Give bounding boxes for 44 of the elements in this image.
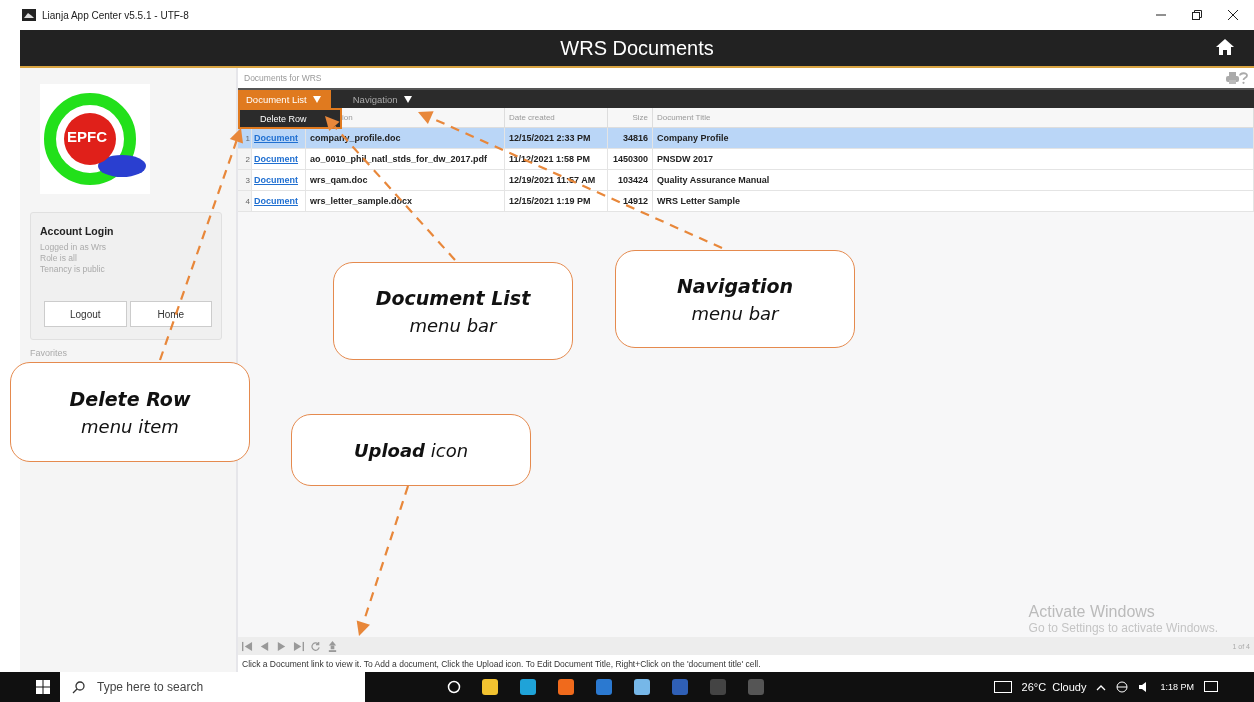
row-number: 4 xyxy=(238,191,252,212)
card-title: Account Login xyxy=(40,225,115,237)
search-field[interactable]: Type here to search xyxy=(60,672,365,702)
table-cell: wrs_letter_sample.docx xyxy=(306,191,505,212)
table-cell[interactable]: WRS Letter Sample xyxy=(653,191,1254,212)
favorites-heading: Favorites xyxy=(30,348,68,358)
menu-item[interactable]: Delete Row xyxy=(240,113,307,124)
callout-text: Upload icon xyxy=(353,439,469,461)
row-number: 2 xyxy=(238,149,252,170)
table-cell: 12/15/2021 2:33 PM xyxy=(505,128,608,149)
document-link[interactable]: Document xyxy=(252,170,306,191)
section-title: Documents for WRS xyxy=(244,73,322,83)
table-cell: 12/15/2021 1:19 PM xyxy=(505,191,608,212)
callout-subtitle: menu bar xyxy=(409,314,497,336)
table-cell[interactable]: PNSDW 2017 xyxy=(653,149,1254,170)
callout-title: Delete Row xyxy=(69,387,191,410)
weather-text: 26°C Cloudy xyxy=(1021,681,1087,693)
table-cell: wrs_qam.doc xyxy=(306,170,505,191)
table-cell[interactable]: Company Profile xyxy=(653,128,1254,149)
menu-tab[interactable]: Navigation xyxy=(344,90,422,108)
callout-subtitle: menu bar xyxy=(691,302,779,324)
account-info: Logged in as Wrs xyxy=(40,242,107,253)
table-cell: 34816 xyxy=(608,128,653,149)
callout-subtitle: menu item xyxy=(81,415,179,437)
app-title: WRS Documents xyxy=(560,36,714,60)
callout-title: Navigation xyxy=(676,274,794,297)
activation-title: Activate Windows xyxy=(1028,603,1156,621)
table-cell: 14912 xyxy=(608,191,653,212)
table-cell: 1450300 xyxy=(608,149,653,170)
window-title: Lianja App Center v5.5.1 - UTF-8 xyxy=(42,9,189,21)
table-cell: 103424 xyxy=(608,170,653,191)
table-cell: 11/12/2021 1:58 PM xyxy=(505,149,608,170)
logo-text: EPFC xyxy=(67,128,107,145)
account-button[interactable]: Home xyxy=(129,301,212,327)
row-number: 3 xyxy=(238,170,252,191)
account-button[interactable]: Logout xyxy=(44,301,127,327)
table-cell: ao_0010_phil_natl_stds_for_dw_2017.pdf xyxy=(306,149,505,170)
document-link[interactable]: Document xyxy=(252,149,306,170)
clock-time: 1:18 PM xyxy=(1160,682,1194,692)
document-link[interactable]: Document xyxy=(252,191,306,212)
account-info: Tenancy is public xyxy=(40,264,106,275)
callout-title: Document List xyxy=(375,286,531,309)
document-link[interactable]: Document xyxy=(252,128,306,149)
table-cell[interactable]: Quality Assurance Manual xyxy=(653,170,1254,191)
